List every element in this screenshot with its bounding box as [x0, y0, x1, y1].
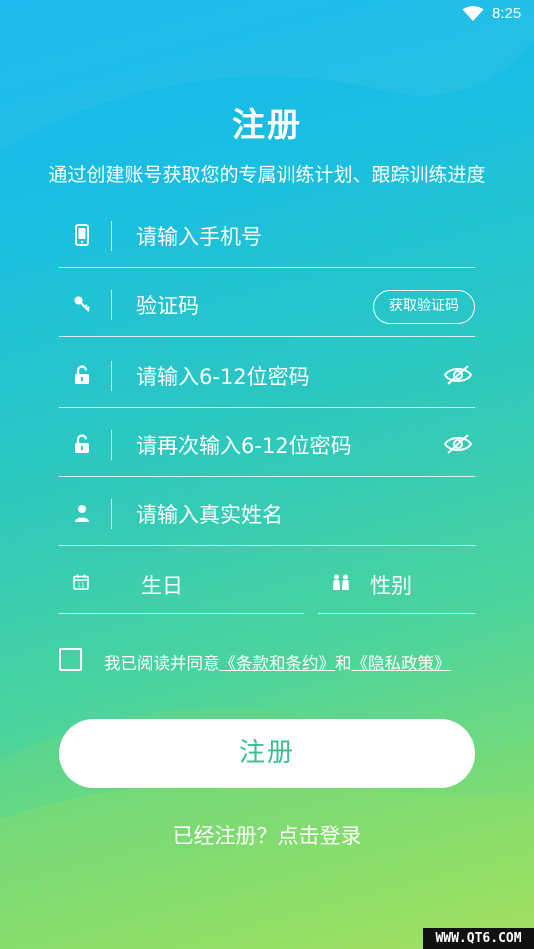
- page-subtitle: 通过创建账号获取您的专属训练计划、跟踪训练进度: [48, 164, 486, 186]
- privacy-link[interactable]: 《隐私政策》: [352, 654, 451, 673]
- birthday-field[interactable]: 11 生日: [59, 546, 304, 614]
- gender-field[interactable]: 性别: [318, 546, 475, 614]
- code-input[interactable]: 验证码: [136, 290, 199, 320]
- field-separator: [111, 361, 112, 391]
- agreement-text: 我已阅读并同意《条款和条约》和《隐私政策》: [104, 650, 451, 674]
- phone-icon: [73, 224, 91, 246]
- get-code-button[interactable]: 获取验证码: [373, 290, 475, 324]
- calendar-icon: 11: [73, 574, 89, 590]
- watermark: WWW.QT6.COM: [423, 928, 534, 949]
- status-bar: 8:25: [0, 0, 534, 28]
- eye-hidden-icon[interactable]: [443, 364, 473, 386]
- lock-icon: [73, 364, 91, 386]
- gender-icon: [333, 574, 349, 590]
- lock-icon: [73, 433, 91, 455]
- person-icon: [73, 502, 91, 524]
- field-separator: [111, 221, 112, 251]
- code-field[interactable]: 验证码 获取验证码: [59, 269, 475, 337]
- phone-input[interactable]: 请输入手机号: [136, 221, 262, 251]
- field-separator: [111, 290, 112, 320]
- terms-link[interactable]: 《条款和条约》: [220, 654, 336, 673]
- svg-text:11: 11: [77, 582, 85, 589]
- field-separator: [111, 430, 112, 460]
- password-field[interactable]: 请输入6-12位密码: [59, 340, 475, 408]
- agreement-row: 我已阅读并同意《条款和条约》和《隐私政策》: [59, 648, 499, 674]
- status-time: 8:25: [492, 5, 522, 22]
- password-confirm-input[interactable]: 请再次输入6-12位密码: [136, 430, 352, 460]
- agreement-prefix: 我已阅读并同意: [104, 654, 220, 673]
- key-icon: [73, 293, 91, 315]
- eye-hidden-icon[interactable]: [443, 433, 473, 455]
- agreement-checkbox[interactable]: [59, 648, 82, 671]
- field-separator: [111, 499, 112, 529]
- register-button[interactable]: 注册: [59, 719, 475, 788]
- password-confirm-field[interactable]: 请再次输入6-12位密码: [59, 409, 475, 477]
- real-name-input[interactable]: 请输入真实姓名: [136, 499, 283, 529]
- phone-field[interactable]: 请输入手机号: [59, 200, 475, 268]
- gender-input[interactable]: 性别: [370, 570, 412, 600]
- login-link[interactable]: 已经注册？点击登录: [0, 820, 534, 850]
- wifi-icon: [462, 6, 484, 21]
- agreement-conjunction: 和: [335, 654, 352, 673]
- password-input[interactable]: 请输入6-12位密码: [136, 361, 310, 391]
- real-name-field[interactable]: 请输入真实姓名: [59, 478, 475, 546]
- birthday-input[interactable]: 生日: [141, 570, 183, 600]
- page-title: 注册: [232, 105, 302, 144]
